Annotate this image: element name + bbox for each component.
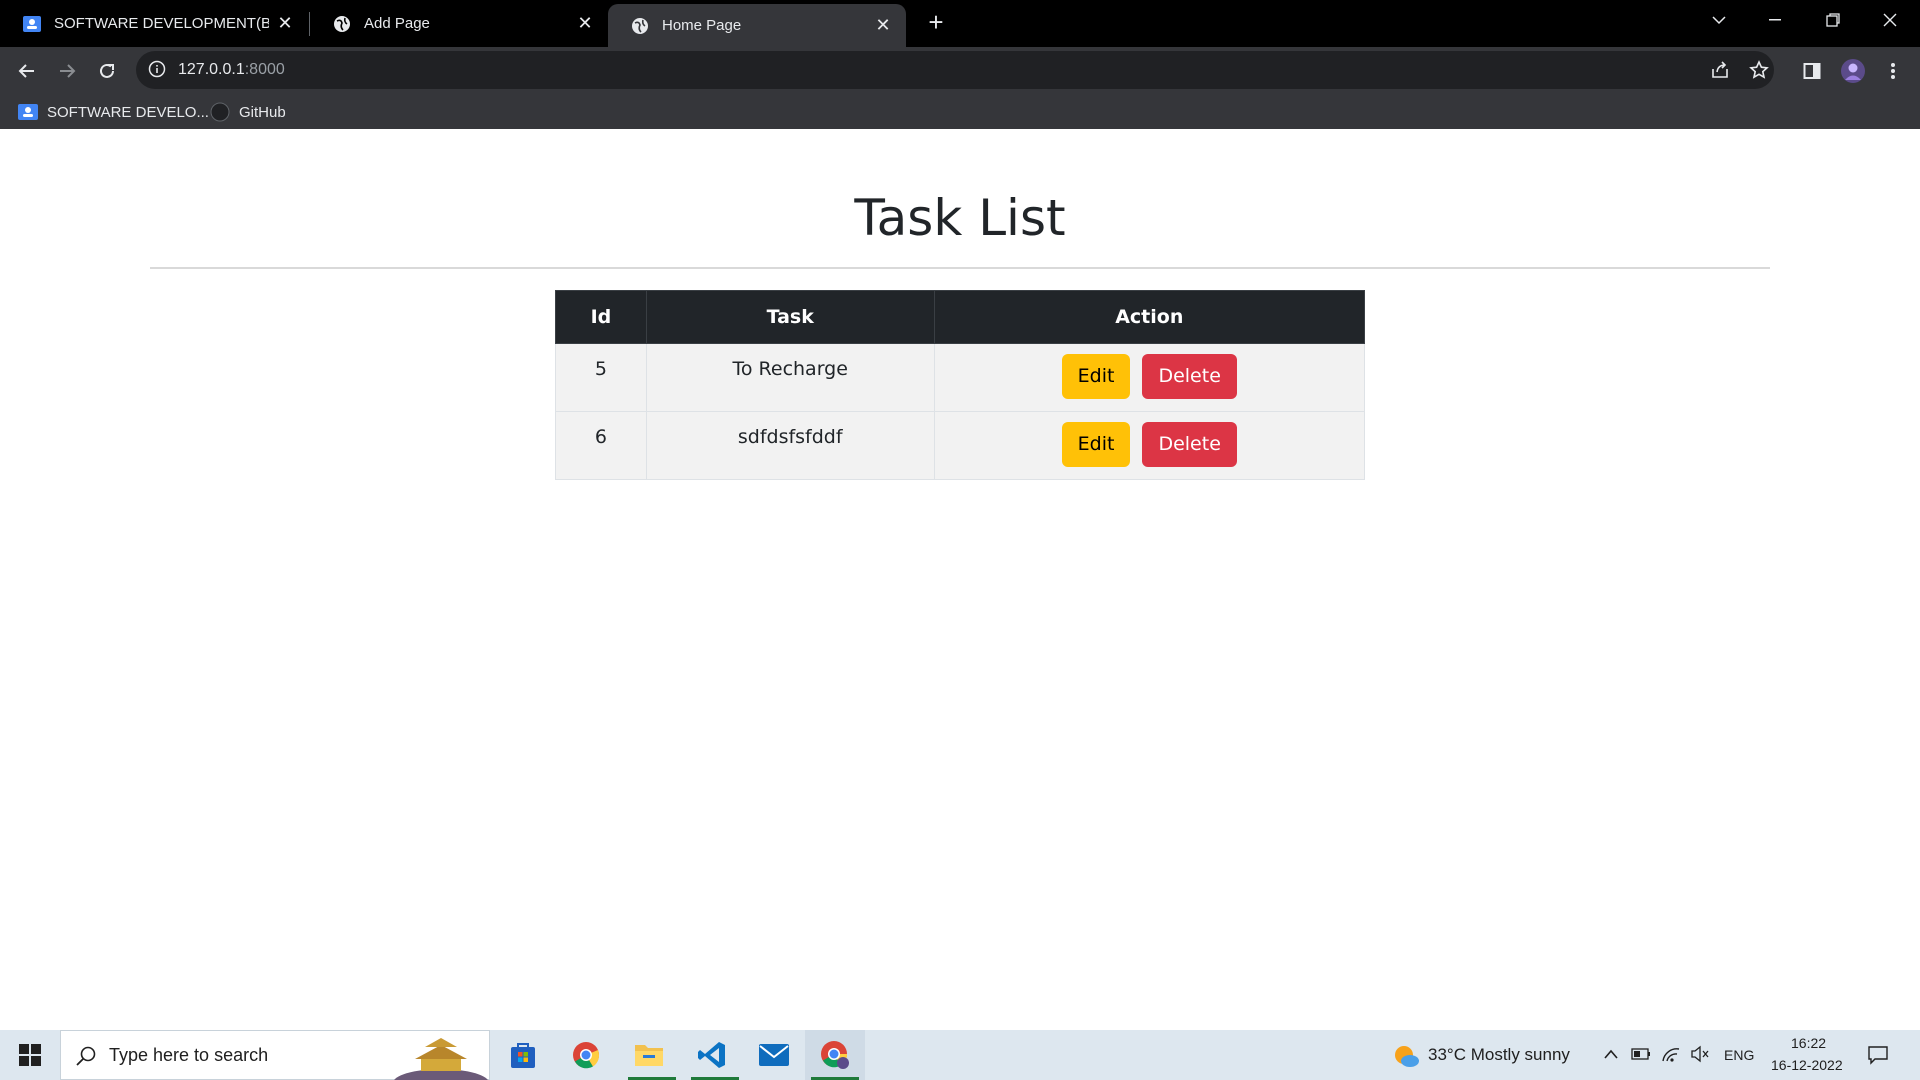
tab-title: Home Page [662, 17, 742, 34]
share-icon[interactable] [1710, 60, 1732, 82]
taskbar-store-icon[interactable] [497, 1030, 549, 1080]
windows-taskbar: Type here to search 33°C Mostly sunny EN… [0, 1030, 1920, 1080]
tab-home-page[interactable]: Home Page ✕ [608, 4, 906, 47]
github-icon [210, 102, 230, 122]
notification-icon[interactable] [1867, 1044, 1889, 1071]
chevron-up-icon[interactable] [1602, 1046, 1620, 1069]
table-row: 6 sdfdsfsfddf Edit Delete [555, 411, 1366, 480]
url-text: 127.0.0.1:8000 [178, 61, 285, 78]
search-icon [75, 1045, 97, 1072]
close-icon[interactable]: ✕ [576, 13, 594, 33]
address-bar[interactable]: 127.0.0.1:8000 [136, 51, 1774, 89]
close-window-button[interactable] [1862, 0, 1918, 40]
task-id-cell: 5 [555, 343, 647, 412]
minimize-button[interactable] [1747, 0, 1803, 40]
search-highlight-image [391, 1035, 491, 1080]
taskbar-chrome-icon[interactable] [558, 1030, 614, 1080]
task-name-cell: sdfdsfsfddf [645, 411, 935, 480]
table-header-row: Id Task Action [555, 290, 1366, 344]
edit-button[interactable]: Edit [1061, 422, 1131, 467]
taskbar-mail-icon[interactable] [746, 1030, 802, 1080]
column-header-action: Action [933, 290, 1366, 344]
bookmark-label: SOFTWARE DEVELO... [47, 103, 209, 121]
task-action-cell: Edit Delete [933, 411, 1366, 480]
classroom-icon [18, 102, 38, 122]
back-button[interactable] [11, 55, 43, 87]
taskbar-search-box[interactable]: Type here to search [60, 1030, 490, 1080]
forward-button[interactable] [51, 55, 83, 87]
tab-search-icon[interactable] [1691, 0, 1747, 40]
close-icon[interactable]: ✕ [276, 13, 294, 33]
tab-add-page[interactable]: Add Page ✕ [310, 0, 608, 47]
new-tab-button[interactable]: + [922, 7, 950, 37]
language-indicator[interactable]: ENG [1724, 1047, 1754, 1063]
task-table: Id Task Action 5 To Recharge Edit Delete … [555, 290, 1366, 480]
clock-time[interactable]: 16:22 [1791, 1035, 1826, 1051]
bookmark-github[interactable]: GitHub [210, 101, 286, 123]
speaker-muted-icon[interactable] [1690, 1045, 1710, 1068]
delete-button[interactable]: Delete [1142, 422, 1237, 467]
weather-icon [1392, 1043, 1420, 1074]
bookmark-star-icon[interactable] [1749, 60, 1771, 82]
taskbar-file-explorer-icon[interactable] [621, 1030, 677, 1080]
wifi-icon[interactable] [1661, 1045, 1681, 1068]
start-button[interactable] [0, 1030, 60, 1080]
bookmark-label: GitHub [239, 103, 286, 121]
close-icon[interactable]: ✕ [874, 15, 892, 35]
delete-button[interactable]: Delete [1142, 354, 1237, 399]
edit-button[interactable]: Edit [1061, 354, 1131, 399]
profile-avatar[interactable] [1837, 55, 1869, 87]
page-title: Task List [854, 189, 1066, 247]
column-header-task: Task [645, 290, 935, 344]
battery-icon[interactable] [1631, 1047, 1651, 1066]
page-content: Task List Id Task Action 5 To Recharge E… [0, 129, 1920, 1030]
bookmarks-bar: SOFTWARE DEVELO... GitHub [0, 95, 1920, 129]
task-name-cell: To Recharge [645, 343, 935, 412]
task-id-cell: 6 [555, 411, 647, 480]
reload-button[interactable] [91, 55, 123, 87]
bookmark-classroom[interactable]: SOFTWARE DEVELO... [18, 101, 209, 123]
side-panel-icon[interactable] [1796, 55, 1828, 87]
browser-toolbar: 127.0.0.1:8000 [0, 47, 1920, 95]
tab-classroom[interactable]: SOFTWARE DEVELOPMENT(BATC ✕ [0, 0, 308, 47]
windows-icon [19, 1044, 41, 1066]
taskbar-vscode-icon[interactable] [684, 1030, 740, 1080]
globe-icon [332, 14, 352, 34]
taskbar-chrome-profile-icon[interactable] [805, 1030, 865, 1080]
info-icon[interactable] [148, 60, 168, 80]
tab-title: Add Page [364, 15, 430, 32]
classroom-icon [22, 14, 42, 34]
clock-date[interactable]: 16-12-2022 [1771, 1057, 1843, 1073]
restore-button[interactable] [1805, 0, 1861, 40]
search-placeholder: Type here to search [109, 1045, 269, 1065]
divider [150, 267, 1770, 269]
globe-icon [630, 16, 650, 36]
tab-title: SOFTWARE DEVELOPMENT(BATC [54, 15, 269, 32]
menu-kebab-icon[interactable] [1877, 55, 1909, 87]
browser-tab-strip: SOFTWARE DEVELOPMENT(BATC ✕ Add Page ✕ H… [0, 0, 1920, 47]
weather-text[interactable]: 33°C Mostly sunny [1428, 1045, 1570, 1065]
task-action-cell: Edit Delete [933, 343, 1366, 412]
column-header-id: Id [555, 290, 647, 344]
table-row: 5 To Recharge Edit Delete [555, 343, 1366, 412]
